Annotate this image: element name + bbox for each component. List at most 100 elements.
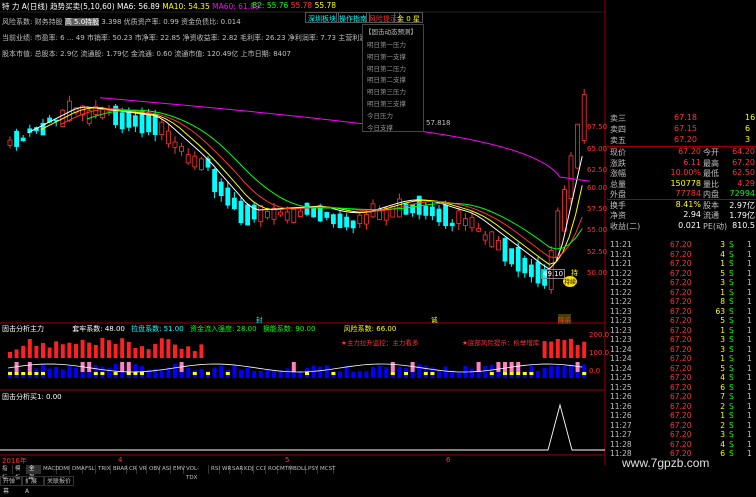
tab-20[interactable]: ROC (266, 465, 280, 474)
tick-count: 1 (747, 268, 752, 278)
sector-button[interactable]: 深圳板块 (305, 12, 339, 23)
mid-axis-0: 0.0 (589, 367, 601, 375)
forecast-item[interactable]: 明日第三压力 (363, 85, 423, 97)
bottom-button-0[interactable]: 开弹幕 (0, 476, 22, 495)
mid-red-bar (133, 348, 138, 358)
tab-12[interactable]: ASI (160, 465, 171, 474)
candle-body (179, 145, 185, 152)
tick-price: 67.20 (670, 278, 692, 287)
tab-16[interactable]: WR (220, 465, 231, 474)
price-axis-tick: 62.50 (587, 166, 608, 174)
tick-bs: S (729, 306, 734, 316)
tab-7[interactable]: TRIX (96, 465, 111, 474)
mid-red-bar (93, 344, 98, 358)
tick-row: 11:21 67.20 4 S 1 (607, 250, 756, 260)
forecast-item[interactable]: 明日第一压力 (363, 38, 423, 50)
tab-24[interactable]: MCST (318, 465, 335, 474)
mid-pink-bar (516, 362, 521, 372)
tick-price: 67.20 (670, 259, 692, 268)
gold-star-button[interactable]: 金 0 星 (394, 12, 423, 23)
candle-body (344, 216, 350, 228)
tick-count: 1 (747, 420, 752, 430)
forecast-item[interactable]: 明日第二压力 (363, 62, 423, 74)
mid-red-bar (80, 339, 85, 358)
tab-14[interactable]: VOL-TDX (184, 465, 209, 481)
tick-time: 11:23 (610, 316, 632, 325)
quote-row-value2: 72994 (729, 189, 755, 198)
tab-3[interactable]: MACD (41, 465, 60, 474)
tick-bs: S (729, 297, 734, 306)
tab-15[interactable]: RSI (209, 465, 220, 474)
tick-volume: 2 (720, 401, 725, 411)
candle-body (555, 210, 561, 259)
mid-red-bar (192, 351, 197, 358)
price-axis-tick: 57.50 (587, 205, 608, 213)
tab-13[interactable]: EMV (171, 465, 185, 474)
tab-23[interactable]: PSY (306, 465, 318, 474)
bottom-button-1[interactable]: 扩展A (22, 476, 44, 495)
tick-bs: S (729, 363, 734, 373)
vol-bar (252, 370, 257, 378)
tab-10[interactable]: VR (137, 465, 147, 474)
tab-6[interactable]: FSL (83, 465, 96, 474)
tab-11[interactable]: OBV (147, 465, 161, 474)
forecast-item[interactable]: 今日支撑 (363, 121, 423, 133)
mid-yellow-bar (489, 372, 494, 375)
candle-body (251, 204, 257, 220)
tab-19[interactable]: CCI (254, 465, 266, 474)
mid-red-bar (146, 349, 151, 358)
forecast-item[interactable]: 今日压力 (363, 109, 423, 121)
tick-count: 1 (747, 306, 752, 316)
candle-body (456, 210, 462, 224)
quote-label: 卖五 (610, 136, 626, 145)
mid-yellow-bar (582, 372, 587, 375)
mid-red-bar (549, 341, 554, 358)
tick-row: 11:22 67.20 5 S 1 (607, 269, 756, 279)
tick-count: 1 (747, 439, 752, 449)
vol-bar (186, 367, 191, 378)
bottom-button-2[interactable]: 关联报价 (44, 476, 74, 486)
candle-body (416, 195, 422, 215)
tab-4[interactable]: DMI (57, 465, 70, 474)
tick-row: 11:26 67.20 2 S 1 (607, 402, 756, 412)
tab-22[interactable]: BOLL (291, 465, 307, 474)
mid-yellow-bar (34, 372, 39, 375)
tick-price: 67.20 (670, 392, 692, 401)
mid-red-bar (41, 342, 45, 358)
tab-0[interactable]: 指标 (0, 465, 13, 481)
tab-2[interactable]: 全部 (27, 465, 41, 481)
tick-row: 11:26 67.20 7 S 1 (607, 392, 756, 402)
forecast-item[interactable]: 明日第一支撑 (363, 50, 423, 62)
tick-time: 11:22 (610, 297, 632, 306)
tab-17[interactable]: SAR (230, 465, 243, 474)
forecast-item[interactable]: 明日第二支撑 (363, 73, 423, 85)
tick-volume: 1 (720, 287, 725, 297)
tick-bs: S (729, 240, 734, 249)
tick-row: 11:22 67.20 3 S 1 (607, 278, 756, 288)
tick-bs: S (729, 268, 734, 278)
tick-time: 11:26 (610, 392, 632, 401)
candle-body (443, 204, 449, 227)
forecast-item[interactable]: 明日第三支撑 (363, 97, 423, 109)
tick-price: 67.20 (670, 268, 692, 278)
tick-time: 11:25 (610, 373, 632, 382)
candle-body (489, 231, 495, 248)
candle-body (482, 234, 488, 241)
candle-body (278, 211, 284, 216)
candle-body (172, 141, 178, 148)
tab-21[interactable]: MTM (278, 465, 293, 474)
guide-button[interactable]: 操作指南 (336, 12, 370, 23)
tick-volume: 4 (720, 373, 725, 382)
tick-bs: S (729, 411, 734, 420)
tick-count: 1 (747, 325, 752, 335)
tab-8[interactable]: BRAR (111, 465, 128, 474)
quote-row-value: 10.00% (670, 168, 701, 177)
tab-18[interactable]: KDJ (242, 465, 254, 474)
vol-bar (423, 365, 428, 378)
quote-row-value: 2.94 (683, 210, 701, 219)
tab-5[interactable]: DMA (70, 465, 85, 474)
vol-bar (364, 371, 369, 378)
tab-9[interactable]: CR (127, 465, 137, 474)
tab-1[interactable]: 模板 (13, 465, 27, 481)
tick-price: 67.20 (670, 287, 692, 297)
